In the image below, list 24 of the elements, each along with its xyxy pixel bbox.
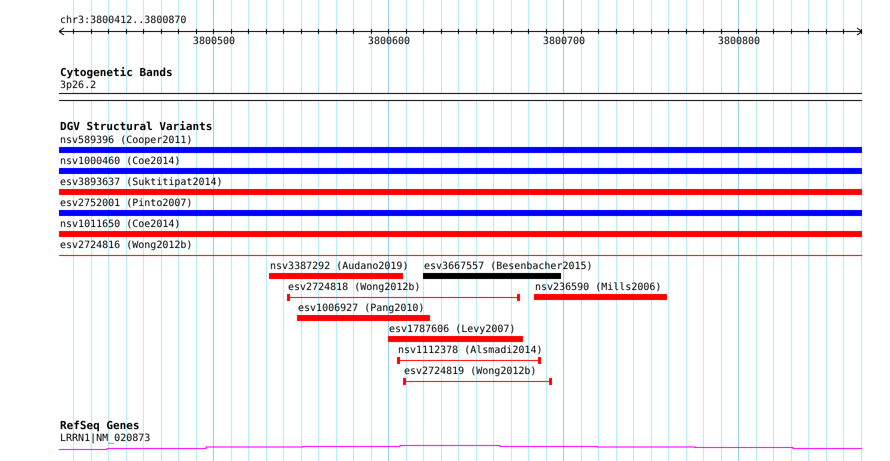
variant-label: esv1787606 (Levy2007) — [389, 324, 516, 335]
tick-label: 3800500 — [192, 36, 236, 47]
variant-label: nsv1011650 (Coe2014) — [60, 219, 180, 230]
variant-label: esv2724818 (Wong2012b) — [288, 282, 420, 293]
variant-label: esv3893637 (Suktitipat2014) — [60, 177, 223, 188]
variant-label: nsv589396 (Cooper2011) — [60, 135, 192, 146]
tick-label: 3800600 — [368, 36, 410, 47]
variant-label: esv2752001 (Pinto2007) — [60, 198, 192, 209]
band-label: 3p26.2 — [60, 80, 96, 91]
track-title: Cytogenetic Bands — [60, 67, 173, 79]
variant-label: esv1006927 (Pang2010) — [298, 303, 424, 314]
location-label: chr3:3800412..3800870 — [60, 15, 186, 26]
gene-label: LRRN1|NM_020873 — [60, 433, 150, 444]
variant-label: nsv236590 (Mills2006) — [535, 282, 662, 293]
tick-label: 3800800 — [718, 36, 760, 47]
track-title: DGV Structural Variants — [60, 121, 212, 133]
variant-label: esv2724819 (Wong2012b) — [404, 366, 536, 377]
tick-label: 3800700 — [542, 36, 586, 47]
variant-label: esv2724816 (Wong2012b) — [60, 240, 192, 251]
variant-label: nsv3387292 (Audano2019) — [270, 261, 408, 272]
variant-label: esv3667557 (Besenbacher2015) — [424, 261, 593, 272]
variant-label: nsv1112378 (Alsmadi2014) — [398, 345, 542, 356]
track-title: RefSeq Genes — [60, 420, 140, 432]
variant-label: nsv1000460 (Coe2014) — [60, 156, 180, 167]
